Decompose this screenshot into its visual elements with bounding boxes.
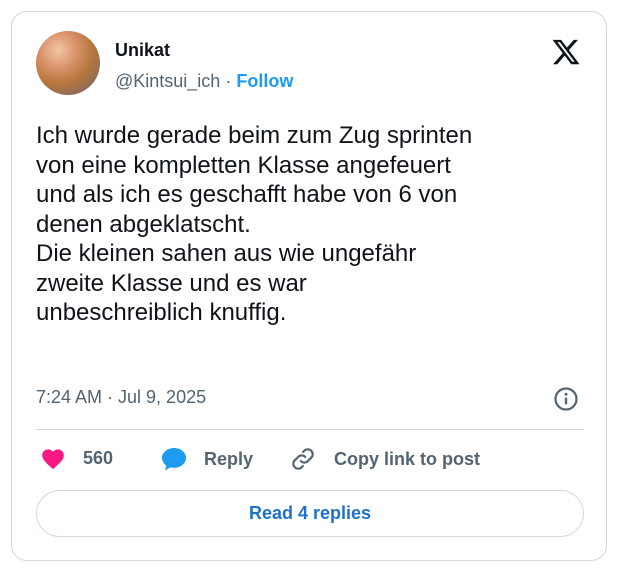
speech-bubble-icon: [162, 448, 186, 471]
divider: [36, 429, 584, 430]
avatar[interactable]: [36, 31, 100, 95]
heart-icon: [42, 449, 64, 470]
link-icon: [292, 448, 314, 470]
author-handle[interactable]: @Kintsui_ich: [115, 71, 220, 91]
copy-link-label: Copy link to post: [334, 448, 480, 469]
reply-button[interactable]: Reply: [160, 446, 253, 472]
info-icon[interactable]: [553, 386, 579, 412]
reply-label: Reply: [204, 448, 254, 469]
follow-button[interactable]: Follow: [236, 71, 293, 91]
author-handle-row: @Kintsui_ich · Follow: [115, 71, 293, 92]
tweet-timestamp[interactable]: 7:24 AM · Jul 9, 2025: [36, 387, 206, 408]
author-name[interactable]: Unikat: [115, 40, 170, 61]
x-logo-icon[interactable]: [551, 37, 581, 67]
handle-separator: ·: [225, 71, 232, 91]
copy-link-button[interactable]: Copy link to post: [290, 446, 480, 472]
like-button[interactable]: 560: [40, 446, 113, 470]
read-replies-button[interactable]: Read 4 replies: [36, 490, 584, 537]
tweet-text: Ich wurde gerade beim zum Zug sprinten v…: [36, 122, 473, 326]
like-count: 560: [83, 447, 114, 468]
